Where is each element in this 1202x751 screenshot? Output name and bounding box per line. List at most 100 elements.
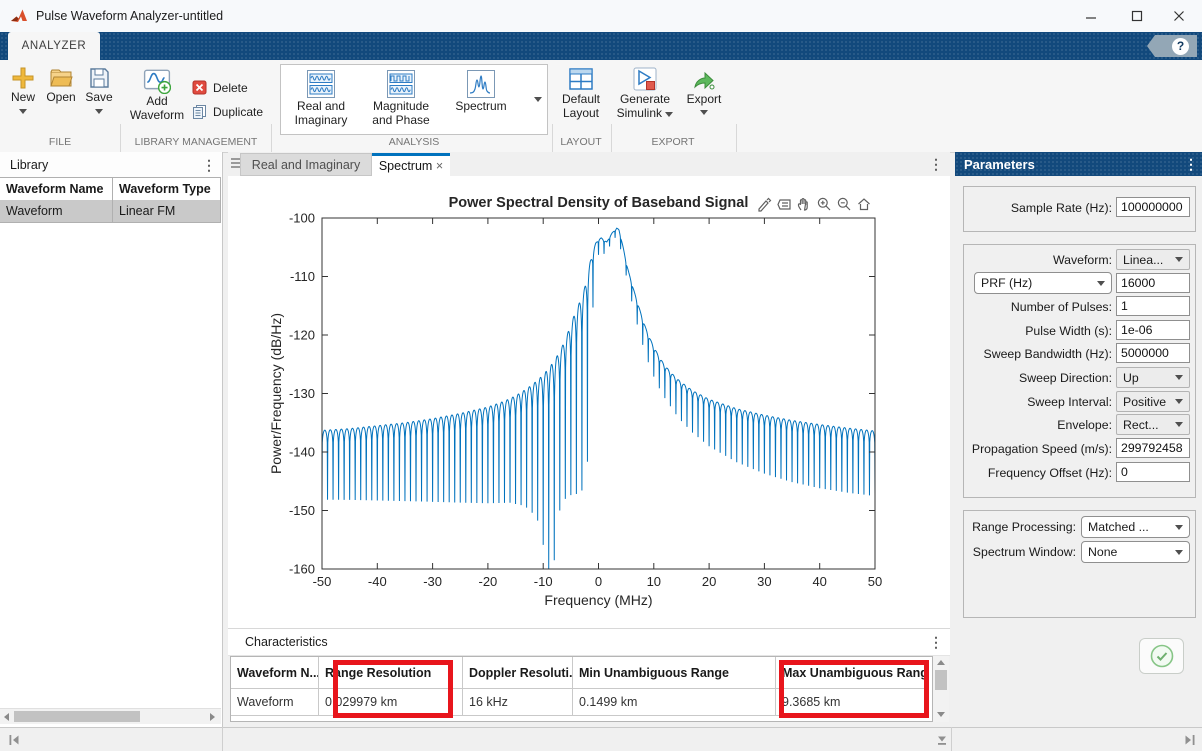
collapse-right-panel-icon[interactable] bbox=[1184, 734, 1196, 749]
plot-area: -50-40-30-20-1001020304050-160-150-140-1… bbox=[228, 176, 950, 628]
svg-text:10: 10 bbox=[647, 574, 661, 589]
export-button[interactable]: Export bbox=[682, 66, 726, 115]
characteristics-menu-button[interactable]: ⋮ bbox=[929, 635, 943, 649]
maximize-button[interactable] bbox=[1114, 0, 1160, 32]
library-horizontal-scrollbar[interactable] bbox=[0, 708, 221, 724]
scroll-down-arrow-icon[interactable] bbox=[937, 712, 945, 717]
library-menu-button[interactable]: ⋮ bbox=[202, 158, 216, 172]
waveform-label: Waveform: bbox=[955, 253, 1112, 267]
sample-rate-input[interactable] bbox=[1116, 197, 1190, 217]
svg-text:0: 0 bbox=[595, 574, 602, 589]
delete-button[interactable]: Delete bbox=[192, 80, 248, 95]
library-management-group-label: LIBRARY MANAGEMENT bbox=[126, 136, 266, 149]
default-layout-button[interactable]: DefaultLayout bbox=[556, 66, 606, 120]
sweep-interval-dropdown[interactable]: Positive bbox=[1116, 391, 1190, 412]
pulse-width-input[interactable] bbox=[1116, 320, 1190, 340]
svg-text:Frequency (MHz): Frequency (MHz) bbox=[544, 592, 652, 608]
restore-view-home-icon[interactable] bbox=[856, 196, 872, 212]
analysis-gallery-dropdown[interactable] bbox=[528, 64, 548, 135]
new-button[interactable]: New bbox=[6, 66, 40, 114]
sweep-bandwidth-input[interactable] bbox=[1116, 343, 1190, 363]
waveform-dropdown[interactable]: Linea... bbox=[1116, 249, 1190, 270]
svg-text:-40: -40 bbox=[368, 574, 387, 589]
close-icon bbox=[1173, 10, 1185, 22]
spectrum-window-dropdown[interactable]: None bbox=[1081, 541, 1190, 563]
characteristics-vertical-scrollbar[interactable] bbox=[933, 656, 949, 722]
svg-text:-110: -110 bbox=[290, 269, 315, 284]
save-button[interactable]: Save bbox=[82, 66, 116, 114]
svg-text:20: 20 bbox=[702, 574, 716, 589]
matlab-logo-icon bbox=[10, 7, 28, 28]
tabbar-grip-icon[interactable] bbox=[231, 158, 240, 168]
tab-close-icon[interactable]: × bbox=[436, 159, 443, 173]
minimize-button[interactable] bbox=[1068, 0, 1114, 32]
tab-spectrum[interactable]: Spectrum × bbox=[372, 153, 450, 176]
library-row-waveform[interactable]: Waveform Linear FM bbox=[0, 200, 221, 223]
help-button[interactable]: ? bbox=[1147, 35, 1197, 57]
propagation-speed-input[interactable] bbox=[1116, 438, 1190, 458]
pan-hand-icon[interactable] bbox=[796, 196, 812, 212]
sweep-bandwidth-label: Sweep Bandwidth (Hz): bbox=[955, 347, 1112, 361]
spectrum-button[interactable]: Spectrum bbox=[441, 65, 521, 134]
parameters-title: Parameters bbox=[964, 157, 1035, 172]
range-processing-label: Range Processing: bbox=[955, 520, 1076, 534]
gallery-caret-icon bbox=[534, 97, 542, 102]
prf-selector-dropdown[interactable]: PRF (Hz) bbox=[974, 272, 1112, 294]
collapse-left-panel-icon[interactable] bbox=[8, 734, 20, 749]
generate-simulink-icon bbox=[632, 66, 658, 92]
library-scrollbar-thumb[interactable] bbox=[14, 711, 140, 722]
open-button[interactable]: Open bbox=[44, 66, 78, 104]
save-icon bbox=[87, 66, 111, 90]
real-imaginary-icon bbox=[306, 69, 336, 99]
number-of-pulses-input[interactable] bbox=[1116, 296, 1190, 316]
add-waveform-button[interactable]: AddWaveform bbox=[132, 66, 182, 122]
generate-simulink-button[interactable]: GenerateSimulink bbox=[616, 66, 674, 120]
real-and-imaginary-button[interactable]: Real andImaginary bbox=[281, 65, 361, 134]
library-column-header-row: Waveform Name Waveform Type bbox=[0, 177, 221, 201]
close-button[interactable] bbox=[1156, 0, 1202, 32]
range-processing-dropdown[interactable]: Matched ... bbox=[1081, 516, 1190, 538]
sweep-direction-dropdown[interactable]: Up bbox=[1116, 367, 1190, 388]
svg-text:-50: -50 bbox=[313, 574, 332, 589]
scroll-up-arrow-icon[interactable] bbox=[937, 660, 945, 665]
envelope-dropdown[interactable]: Rect... bbox=[1116, 414, 1190, 435]
characteristics-header-row: Waveform N... Range Resolution Doppler R… bbox=[231, 657, 932, 689]
tab-real-and-imaginary[interactable]: Real and Imaginary bbox=[240, 153, 372, 176]
zoom-out-icon[interactable] bbox=[836, 196, 852, 212]
svg-text:50: 50 bbox=[868, 574, 882, 589]
magnitude-and-phase-button[interactable]: Magnitudeand Phase bbox=[361, 65, 441, 134]
envelope-label: Envelope: bbox=[955, 418, 1112, 432]
characteristics-scrollbar-thumb[interactable] bbox=[935, 670, 947, 690]
export-plot-icon[interactable] bbox=[756, 196, 772, 212]
duplicate-button[interactable]: Duplicate bbox=[192, 104, 263, 119]
value-doppler-resolution: 16 kHz bbox=[463, 689, 573, 716]
parameters-menu-button[interactable]: ⋮ bbox=[1184, 157, 1198, 171]
help-icon: ? bbox=[1172, 38, 1189, 55]
prf-input[interactable] bbox=[1116, 273, 1190, 293]
characteristics-table: Waveform N... Range Resolution Doppler R… bbox=[230, 656, 933, 722]
sweep-interval-label: Sweep Interval: bbox=[955, 395, 1112, 409]
zoom-in-icon[interactable] bbox=[816, 196, 832, 212]
col-max-unambiguous-range: Max Unambiguous Range bbox=[776, 657, 928, 689]
frequency-offset-input[interactable] bbox=[1116, 462, 1190, 482]
characteristics-value-row[interactable]: Waveform 0.029979 km 16 kHz 0.1499 km 9.… bbox=[231, 689, 932, 716]
apply-button[interactable] bbox=[1139, 638, 1184, 674]
datatip-icon[interactable] bbox=[776, 196, 792, 212]
svg-text:-150: -150 bbox=[289, 503, 315, 518]
save-dropdown-caret-icon bbox=[95, 109, 103, 114]
cell-waveform-type: Linear FM bbox=[113, 200, 221, 223]
axes-toolbar bbox=[756, 196, 872, 212]
plot-tabbar-menu-button[interactable]: ⋮ bbox=[929, 157, 943, 171]
scroll-right-arrow-icon[interactable] bbox=[210, 713, 215, 721]
dropdown-caret-icon bbox=[1175, 257, 1183, 262]
scroll-left-arrow-icon[interactable] bbox=[4, 713, 9, 721]
col-waveform-name: Waveform N... bbox=[231, 657, 319, 689]
analysis-group-label: ANALYSIS bbox=[344, 136, 484, 149]
library-panel: Library ⋮ Waveform Name Waveform Type Wa… bbox=[0, 152, 223, 727]
tab-analyzer[interactable]: ANALYZER bbox=[8, 32, 100, 60]
minimize-icon bbox=[1085, 10, 1097, 22]
export-caret-icon bbox=[700, 110, 708, 115]
collapse-bottom-panel-icon[interactable] bbox=[936, 734, 948, 749]
dropdown-caret-icon bbox=[1175, 399, 1183, 404]
col-doppler-resolution: Doppler Resoluti... bbox=[463, 657, 573, 689]
